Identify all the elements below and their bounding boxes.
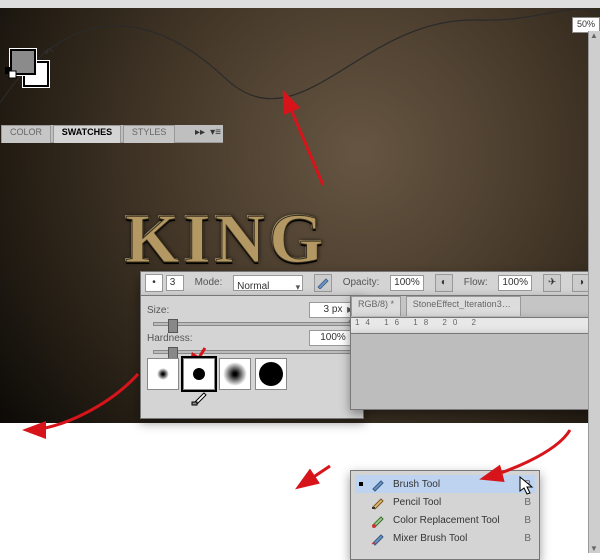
swap-colors-icon[interactable]: ↶ <box>44 46 53 59</box>
drawn-path <box>0 8 600 188</box>
brush-size-field[interactable]: 3 <box>166 275 184 291</box>
flyout-item-shortcut: B <box>524 497 531 508</box>
panel-collapse-icon[interactable]: ▸▸ <box>195 127 205 138</box>
brush-thumbnails <box>147 358 357 390</box>
document-tabs: RGB/8) * StoneEffect_Iteration3_tut_Test… <box>350 295 600 319</box>
document-gray-area <box>350 333 600 410</box>
blend-mode-dropdown[interactable]: Normal <box>233 275 303 291</box>
brush-tool-flyout: Brush ToolBPencil ToolBColor Replacement… <box>350 470 540 560</box>
opacity-field[interactable]: 100% <box>390 275 424 291</box>
tool-icon <box>369 494 387 510</box>
flyout-item-shortcut: B <box>524 533 531 544</box>
airbrush-icon[interactable]: ✈ <box>543 274 561 292</box>
brush-preset-picker[interactable]: • <box>145 274 163 292</box>
flyout-item-label: Brush Tool <box>393 479 440 490</box>
brush-cursor-icon <box>191 388 209 406</box>
brush-hard-large[interactable] <box>255 358 287 390</box>
default-colors-icon[interactable] <box>5 67 17 82</box>
swatch-scrollbar[interactable] <box>588 31 600 553</box>
hardness-label: Hardness: <box>147 333 202 344</box>
tab-color[interactable]: COLOR <box>1 125 51 143</box>
artwork-text: KING <box>125 200 328 280</box>
brush-panel-icon[interactable] <box>314 274 332 292</box>
opacity-pressure-icon[interactable]: ◐ <box>435 274 453 292</box>
flyout-item-label: Pencil Tool <box>393 497 441 508</box>
tool-icon <box>369 530 387 546</box>
panel-menu-icon[interactable]: ▾≡ <box>210 127 221 138</box>
flyout-item-shortcut: B <box>524 479 531 490</box>
tab-styles[interactable]: STYLES <box>123 125 176 143</box>
brush-hard-small[interactable] <box>183 358 215 390</box>
flow-label: Flow: <box>464 272 488 294</box>
tab-swatches[interactable]: SWATCHES <box>53 125 121 143</box>
flyout-item-label: Mixer Brush Tool <box>393 533 467 544</box>
flyout-item-shortcut: B <box>524 515 531 526</box>
flyout-item-color-replacement-tool[interactable]: Color Replacement Tool B <box>355 511 535 529</box>
opacity-label: Opacity: <box>343 272 380 294</box>
flyout-item-label: Color Replacement Tool <box>393 515 500 526</box>
tool-icon <box>369 512 387 528</box>
flyout-item-mixer-brush-tool[interactable]: Mixer Brush Tool B <box>355 529 535 547</box>
brush-soft-large[interactable] <box>219 358 251 390</box>
size-slider[interactable] <box>153 322 351 326</box>
doc-tab-1[interactable]: RGB/8) * <box>351 296 401 316</box>
brush-preset-popup: ▸ ⚙ Size: 3 px Hardness: 100% <box>140 295 364 419</box>
brush-soft-small[interactable] <box>147 358 179 390</box>
flyout-item-pencil-tool[interactable]: Pencil Tool B <box>355 493 535 511</box>
flow-field[interactable]: 100% <box>498 275 532 291</box>
mode-label: Mode: <box>195 272 223 294</box>
tool-icon <box>369 476 387 492</box>
flyout-item-brush-tool[interactable]: Brush Tool B <box>355 475 535 493</box>
brush-options-bar: • 3 Mode: Normal Opacity: 100% ◐ Flow: 1… <box>140 271 600 297</box>
hardness-slider[interactable] <box>153 350 351 354</box>
doc-tab-2[interactable]: StoneEffect_Iteration3_tut_Test.psd @ 10… <box>406 296 521 316</box>
size-label: Size: <box>147 305 202 316</box>
